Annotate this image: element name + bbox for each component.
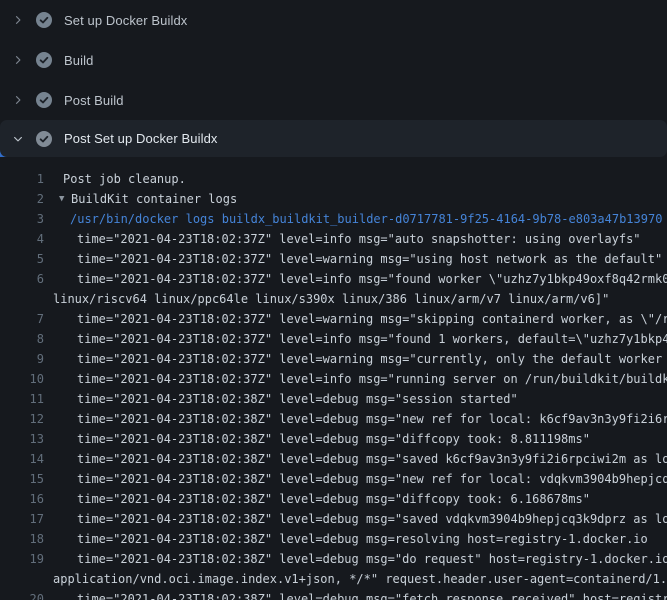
line-number[interactable]: 20 xyxy=(0,589,44,600)
line-number[interactable]: 3 xyxy=(0,209,44,229)
log-text: time="2021-04-23T18:02:37Z" level=info m… xyxy=(77,369,667,389)
log-line: 6 time="2021-04-23T18:02:37Z" level=info … xyxy=(0,269,667,289)
step-label: Set up Docker Buildx xyxy=(64,13,187,28)
line-number[interactable]: 1 xyxy=(0,169,44,189)
line-number[interactable]: 15 xyxy=(0,469,44,489)
line-number[interactable]: 16 xyxy=(0,489,44,509)
log-line: 14 time="2021-04-23T18:02:38Z" level=debu… xyxy=(0,449,667,469)
line-number[interactable]: 17 xyxy=(0,509,44,529)
log-line: 5 time="2021-04-23T18:02:37Z" level=warni… xyxy=(0,249,667,269)
line-number[interactable]: 4 xyxy=(0,229,44,249)
log-text: time="2021-04-23T18:02:38Z" level=debug … xyxy=(77,509,667,529)
line-number[interactable]: 2 xyxy=(0,189,44,209)
log-line: 9 time="2021-04-23T18:02:37Z" level=warni… xyxy=(0,349,667,369)
log-text: time="2021-04-23T18:02:37Z" level=warnin… xyxy=(77,349,667,369)
log-text: time="2021-04-23T18:02:37Z" level=info m… xyxy=(77,229,641,249)
step-label: Build xyxy=(64,53,93,68)
log-text: linux/riscv64 linux/ppc64le linux/s390x … xyxy=(53,289,609,309)
log-line: 15 time="2021-04-23T18:02:38Z" level=debu… xyxy=(0,469,667,489)
check-circle-icon xyxy=(36,12,52,28)
log-line: 1 Post job cleanup. xyxy=(0,169,667,189)
line-number[interactable]: 7 xyxy=(0,309,44,329)
chevron-down-icon xyxy=(12,131,24,147)
log-text: time="2021-04-23T18:02:38Z" level=debug … xyxy=(77,389,518,409)
log-text: time="2021-04-23T18:02:38Z" level=debug … xyxy=(77,409,667,429)
log-line-continuation: application/vnd.oci.image.index.v1+json,… xyxy=(0,569,667,589)
log-line: 8 time="2021-04-23T18:02:37Z" level=info … xyxy=(0,329,667,349)
line-number[interactable]: 5 xyxy=(0,249,44,269)
chevron-right-icon xyxy=(12,92,24,108)
step-row-set-up-docker-buildx[interactable]: Set up Docker Buildx xyxy=(0,0,667,40)
group-caret-down-icon[interactable]: ▼ xyxy=(59,189,71,209)
log-line: 11 time="2021-04-23T18:02:38Z" level=debu… xyxy=(0,389,667,409)
step-label: Post Build xyxy=(64,93,124,108)
check-circle-icon xyxy=(36,92,52,108)
log-text: time="2021-04-23T18:02:38Z" level=debug … xyxy=(77,529,648,549)
command-text: /usr/bin/docker logs buildx_buildkit_bui… xyxy=(70,209,662,229)
log-line: 17 time="2021-04-23T18:02:38Z" level=debu… xyxy=(0,509,667,529)
log-line: 20 time="2021-04-23T18:02:38Z" level=debu… xyxy=(0,589,667,600)
log-text: time="2021-04-23T18:02:37Z" level=warnin… xyxy=(77,309,667,329)
line-number xyxy=(0,289,44,309)
log-text: time="2021-04-23T18:02:37Z" level=info m… xyxy=(77,329,667,349)
log-line: 7 time="2021-04-23T18:02:37Z" level=warni… xyxy=(0,309,667,329)
log-text: time="2021-04-23T18:02:38Z" level=debug … xyxy=(77,549,667,569)
line-number[interactable]: 14 xyxy=(0,449,44,469)
check-circle-icon xyxy=(36,52,52,68)
line-number xyxy=(0,569,44,589)
step-log-content: 1 Post job cleanup. 2 ▼BuildKit container … xyxy=(0,157,667,600)
log-line: 16 time="2021-04-23T18:02:38Z" level=debu… xyxy=(0,489,667,509)
log-text: Post job cleanup. xyxy=(63,169,186,189)
line-number[interactable]: 18 xyxy=(0,529,44,549)
step-row-post-set-up-docker-buildx[interactable]: Post Set up Docker Buildx xyxy=(0,120,667,157)
line-number[interactable]: 11 xyxy=(0,389,44,409)
log-text: time="2021-04-23T18:02:37Z" level=warnin… xyxy=(77,249,662,269)
step-label: Post Set up Docker Buildx xyxy=(64,131,218,146)
line-number[interactable]: 10 xyxy=(0,369,44,389)
check-circle-icon xyxy=(36,131,52,147)
log-text: time="2021-04-23T18:02:38Z" level=debug … xyxy=(77,429,590,449)
log-line: 12 time="2021-04-23T18:02:38Z" level=debu… xyxy=(0,409,667,429)
log-line: 13 time="2021-04-23T18:02:38Z" level=debu… xyxy=(0,429,667,449)
log-line: 18 time="2021-04-23T18:02:38Z" level=debu… xyxy=(0,529,667,549)
line-number[interactable]: 12 xyxy=(0,409,44,429)
line-number[interactable]: 19 xyxy=(0,549,44,569)
log-group-title: BuildKit container logs xyxy=(71,189,237,209)
log-text: time="2021-04-23T18:02:38Z" level=debug … xyxy=(77,489,590,509)
chevron-right-icon xyxy=(12,12,24,28)
log-text: application/vnd.oci.image.index.v1+json,… xyxy=(53,569,667,589)
step-row-build[interactable]: Build xyxy=(0,40,667,80)
log-command-line: 3/usr/bin/docker logs buildx_buildkit_bu… xyxy=(0,209,667,229)
log-text: time="2021-04-23T18:02:38Z" level=debug … xyxy=(77,589,667,600)
line-number[interactable]: 9 xyxy=(0,349,44,369)
log-line-continuation: linux/riscv64 linux/ppc64le linux/s390x … xyxy=(0,289,667,309)
chevron-right-icon xyxy=(12,52,24,68)
log-text: time="2021-04-23T18:02:37Z" level=info m… xyxy=(77,269,667,289)
line-number[interactable]: 8 xyxy=(0,329,44,349)
line-number[interactable]: 6 xyxy=(0,269,44,289)
step-row-post-build[interactable]: Post Build xyxy=(0,80,667,120)
log-line: 19 time="2021-04-23T18:02:38Z" level=debu… xyxy=(0,549,667,569)
log-text: time="2021-04-23T18:02:38Z" level=debug … xyxy=(77,449,667,469)
log-text: time="2021-04-23T18:02:38Z" level=debug … xyxy=(77,469,667,489)
line-number[interactable]: 13 xyxy=(0,429,44,449)
log-group-header[interactable]: 2 ▼BuildKit container logs xyxy=(0,189,667,209)
log-line: 10 time="2021-04-23T18:02:37Z" level=info… xyxy=(0,369,667,389)
log-line: 4 time="2021-04-23T18:02:37Z" level=info … xyxy=(0,229,667,249)
actions-log-viewer: Set up Docker Buildx Build Post Build Po… xyxy=(0,0,667,600)
